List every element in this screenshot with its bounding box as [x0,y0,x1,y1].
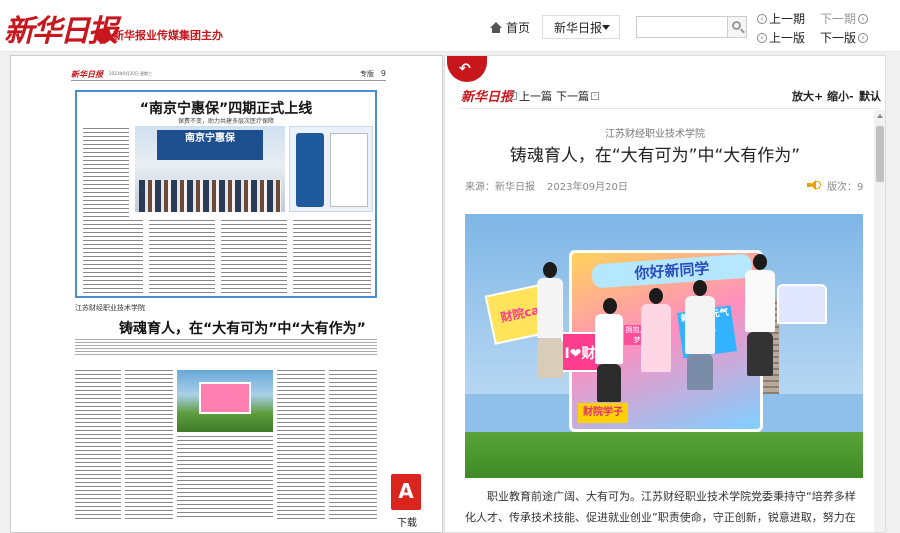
pdf-download-button[interactable]: A [391,474,421,512]
search-input[interactable] [636,16,728,38]
student-figure [753,254,767,270]
scroll-up-icon[interactable] [877,114,883,118]
chevron-left-icon: ‹ [757,13,767,24]
ad-phone-graphic [289,126,373,212]
zoom-reset-button[interactable]: 默认 [859,88,881,104]
article-body-paragraph: 职业教育前途广阔、大有可为。江苏财经职业技术学院党委秉持守“培养多样化人才、传承… [465,490,856,524]
chevron-left-icon: ‹ [757,32,767,43]
zoom-out-button[interactable]: 缩小- [827,88,854,104]
student-figure [649,288,663,304]
home-label: 首页 [506,21,531,35]
back-button[interactable]: ↶ [447,56,487,82]
home-link[interactable]: 首页 [490,19,530,36]
scrollbar-thumb[interactable] [876,126,884,182]
brand-group-label: 新华报业传媒集团主办 [96,27,223,43]
prev-page-link[interactable]: ‹ 上一版 [757,29,805,46]
chevron-right-icon: › [591,92,599,100]
chevron-right-icon: › [858,32,869,43]
newspaper-date: 2023年9月20日 星期三 [109,71,153,76]
newspaper-page-number: 9 [380,69,386,78]
article-scrollbar[interactable] [874,110,885,532]
newspaper-logo: 新华日报 [71,70,103,79]
paper-select[interactable]: 新华日报 [542,15,620,39]
article-panel: ↶ 新华日报 ‹ 上一篇 下一篇 › 放大+ 缩小- 默认 江苏财经职业技术学院 铸… [444,55,886,533]
article-source: 来源：新华日报 [465,182,535,193]
prev-article-link[interactable]: ‹ 上一篇 [509,88,552,104]
newspaper-page[interactable]: 新华日报 2023年9月20日 星期三 专版 9 “南京宁惠保”四期正式上线 保… [10,55,443,533]
home-icon [490,22,502,33]
article-text-column [83,220,143,294]
article-edition: 版次：9 [827,182,864,193]
article-title: 铸魂育人，在“大有可为”中“大有作为” [509,146,801,166]
student-figure [603,298,617,314]
ad-article-subtitle: 保费不变，助力共建多层次医疗保障 [177,118,274,125]
article-text-column [149,220,215,294]
held-sign [777,284,827,324]
article-org-label: 江苏财经职业技术学院 [75,304,145,312]
top-bar: 新华日报 新华报业传媒集团主办 首页 新华日报 ‹ 上一期 下一期 › ‹ 上一版 下… [0,0,900,52]
next-article-link[interactable]: 下一篇 › [556,88,599,104]
brand-group-text: 新华报业传媒集团主办 [113,29,223,42]
article-text-column [75,370,121,520]
zoom-in-button[interactable]: 放大+ [792,88,823,104]
next-page-link[interactable]: 下一版 › [820,29,869,46]
article-lead-text [75,339,377,357]
newspaper-section: 专版 [360,70,374,78]
article-photo: 你好新同学 拥抱人海 逐梦未来 新学期 元气满满 财院学子 财院call I❤财… [465,214,863,478]
article-text-column [329,370,377,520]
prev-issue-link[interactable]: ‹ 上一期 [757,10,805,27]
back-arrow-icon: ↶ [459,61,471,77]
newspaper-page-header: 新华日报 2023年9月20日 星期三 专版 9 [71,69,386,81]
header-divider [461,108,879,109]
search-button[interactable] [727,16,747,38]
ad-article-photo: 南京宁惠保 [135,126,285,212]
next-issue-link[interactable]: 下一期 › [820,10,869,27]
student-figure [543,262,557,278]
article-text-column [221,220,287,294]
chevron-right-icon: › [858,13,869,24]
chevron-down-icon [602,25,610,30]
article-text-column [293,220,371,294]
article-text-column [177,436,273,520]
group-logo-icon [96,29,110,43]
article-text-column [125,370,173,520]
ad-article-block[interactable]: “南京宁惠保”四期正式上线 保费不变，助力共建多层次医疗保障 南京宁惠保 [75,90,377,298]
speaker-icon[interactable] [807,180,821,190]
article-headline[interactable]: 铸魂育人，在“大有可为”中“大有作为” [119,318,366,338]
article-text-column [83,128,129,218]
article-date: 2023年09月20日 [547,182,628,193]
article-logo: 新华日报 [461,90,514,105]
chevron-left-icon: ‹ [509,92,517,100]
student-figure [693,280,707,296]
paper-select-value: 新华日报 [554,20,603,35]
pdf-download-label[interactable]: 下载 [392,514,422,529]
article-thumbnail-photo [177,370,273,432]
article-text-column [277,370,325,520]
ad-article-title: “南京宁惠保”四期正式上线 [139,101,313,117]
article-org-label: 江苏财经职业技术学院 [605,129,705,140]
stage-screen: 南京宁惠保 [157,130,263,160]
